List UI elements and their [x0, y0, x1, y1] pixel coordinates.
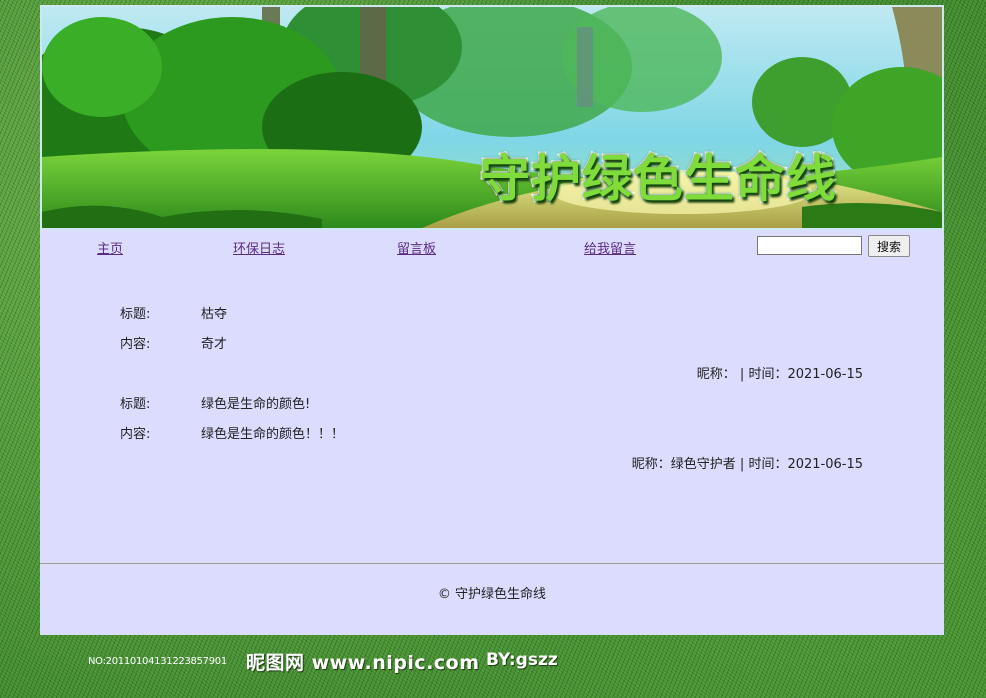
nav-link-home[interactable]: 主页	[97, 238, 123, 257]
nav-link-leave-message[interactable]: 给我留言	[584, 238, 636, 257]
banner-title: 守护绿色生命线	[479, 149, 838, 210]
message-content-row: 内容: 奇才	[40, 333, 944, 353]
search-button[interactable]: 搜索	[868, 235, 910, 257]
main-nav: 主页 环保日志 留言板 给我留言 搜索	[40, 233, 944, 263]
title-label: 标题:	[120, 397, 151, 412]
message-content-row: 内容: 绿色是生命的颜色！！！	[40, 423, 944, 443]
message-title: 绿色是生命的颜色!	[201, 397, 311, 412]
message-meta: 昵称：绿色守护者 | 时间：2021-06-15	[631, 457, 863, 472]
content-label: 内容:	[120, 337, 151, 352]
search-input[interactable]	[757, 236, 862, 255]
content-label: 内容:	[120, 427, 151, 442]
message-title: 枯夺	[201, 307, 228, 322]
message-content: 奇才	[201, 337, 228, 352]
footer-divider	[40, 563, 944, 564]
title-label: 标题:	[120, 307, 151, 322]
nav-link-message-board[interactable]: 留言板	[397, 238, 436, 257]
footer-copyright: © 守护绿色生命线	[437, 587, 547, 602]
message-meta-row: 昵称：绿色守护者 | 时间：2021-06-15	[40, 453, 944, 473]
message-title-row: 标题: 枯夺	[40, 303, 944, 323]
nav-link-eco-journal[interactable]: 环保日志	[233, 238, 285, 257]
message-meta: 昵称： | 时间：2021-06-15	[696, 367, 863, 382]
message-content: 绿色是生命的颜色！！！	[201, 427, 345, 442]
message-meta-row: 昵称： | 时间：2021-06-15	[40, 363, 944, 383]
watermark-id: NO:20110104131223857901	[88, 656, 227, 667]
header-banner: 守护绿色生命线	[40, 5, 944, 230]
message-title-row: 标题: 绿色是生命的颜色!	[40, 393, 944, 413]
page-container: 守护绿色生命线 主页 环保日志 留言板 给我留言 搜索 标题: 枯夺 内容: 奇…	[40, 5, 944, 635]
watermark-site: 昵图网 www.nipic.com	[246, 652, 480, 674]
watermark-author: BY:gszz	[486, 650, 558, 670]
